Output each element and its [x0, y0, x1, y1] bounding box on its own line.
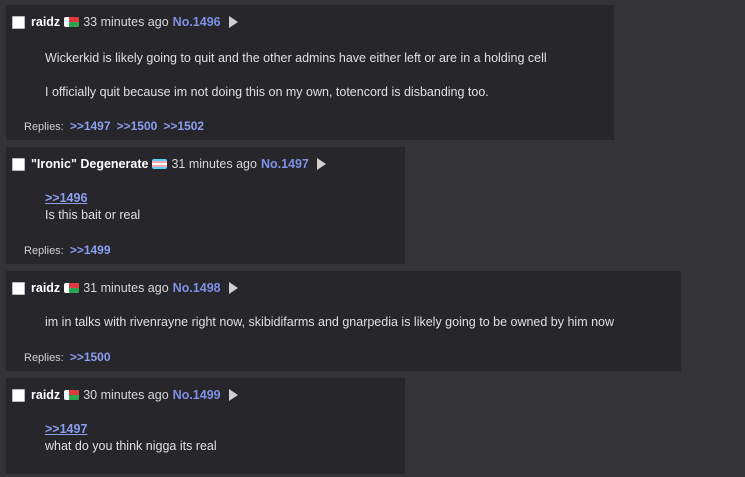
post-timestamp: 30 minutes ago	[83, 388, 169, 402]
quote-link[interactable]: >>1496	[45, 190, 140, 207]
post-body: >>1497 what do you think nigga its real	[45, 421, 217, 455]
replies-label: Replies:	[24, 352, 64, 364]
replies-list: Replies: >>1500	[24, 350, 111, 364]
post-timestamp: 31 minutes ago	[83, 281, 169, 295]
madagascar-flag-icon	[64, 390, 80, 400]
post-body: >>1496 Is this bait or real	[45, 190, 140, 224]
post-1496: raidz 33 minutes ago No.1496 Wickerkid i…	[6, 5, 614, 140]
post-select-checkbox[interactable]	[12, 281, 25, 295]
reply-link[interactable]: >>1499	[70, 243, 111, 257]
post-text-line: im in talks with rivenrayne right now, s…	[45, 315, 615, 329]
post-timestamp: 33 minutes ago	[83, 15, 169, 29]
post-text-line: Is this bait or real	[45, 208, 141, 222]
post-1499: raidz 30 minutes ago No.1499 >>1497 what…	[6, 378, 405, 474]
post-number-link[interactable]: No.1498	[173, 281, 221, 295]
replies-label: Replies:	[24, 121, 64, 133]
post-1497: "Ironic" Degenerate 31 minutes ago No.14…	[6, 147, 405, 264]
post-select-checkbox[interactable]	[12, 157, 25, 171]
post-header: "Ironic" Degenerate 31 minutes ago No.14…	[12, 156, 326, 172]
madagascar-flag-icon	[64, 17, 80, 27]
post-timestamp: 31 minutes ago	[171, 157, 257, 171]
reply-link[interactable]: >>1500	[70, 350, 111, 364]
replies-label: Replies:	[24, 245, 64, 257]
post-header: raidz 33 minutes ago No.1496	[12, 14, 238, 30]
post-1498: raidz 31 minutes ago No.1498 im in talks…	[6, 271, 681, 371]
post-menu-arrow-icon[interactable]	[316, 158, 326, 170]
post-body: im in talks with rivenrayne right now, s…	[45, 314, 614, 331]
madagascar-flag-icon	[64, 283, 80, 293]
post-text-line: I officially quit because im not doing t…	[45, 85, 489, 99]
replies-list: Replies: >>1497 >>1500 >>1502	[24, 119, 204, 133]
post-menu-arrow-icon[interactable]	[228, 16, 238, 28]
post-text-line: what do you think nigga its real	[45, 439, 217, 453]
poster-name: raidz	[31, 388, 61, 402]
reply-link[interactable]: >>1497	[70, 119, 111, 133]
post-header: raidz 30 minutes ago No.1499	[12, 387, 238, 403]
replies-list: Replies: >>1499	[24, 243, 111, 257]
post-header: raidz 31 minutes ago No.1498	[12, 280, 238, 296]
reply-link[interactable]: >>1502	[163, 119, 204, 133]
pride-flag-icon	[152, 159, 168, 169]
post-menu-arrow-icon[interactable]	[228, 389, 238, 401]
post-select-checkbox[interactable]	[12, 388, 25, 402]
thread: raidz 33 minutes ago No.1496 Wickerkid i…	[0, 0, 745, 477]
reply-link[interactable]: >>1500	[117, 119, 158, 133]
poster-name: raidz	[31, 15, 61, 29]
poster-name: "Ironic" Degenerate	[31, 157, 149, 171]
poster-name: raidz	[31, 281, 61, 295]
post-number-link[interactable]: No.1497	[261, 157, 309, 171]
post-select-checkbox[interactable]	[12, 15, 25, 29]
post-menu-arrow-icon[interactable]	[228, 282, 238, 294]
post-body: Wickerkid is likely going to quit and th…	[45, 50, 547, 101]
post-text-line: Wickerkid is likely going to quit and th…	[45, 51, 547, 65]
post-number-link[interactable]: No.1499	[173, 388, 221, 402]
post-number-link[interactable]: No.1496	[173, 15, 221, 29]
quote-link[interactable]: >>1497	[45, 421, 217, 438]
